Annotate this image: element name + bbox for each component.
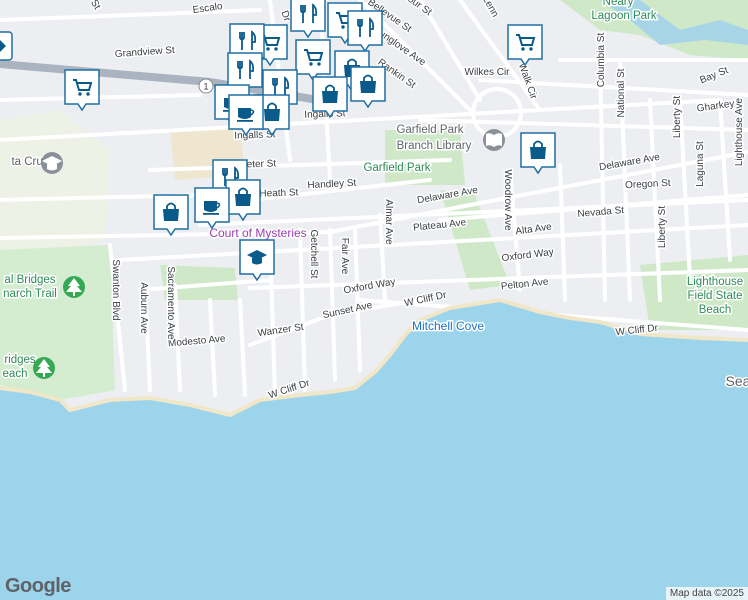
street-label: Columbia St <box>596 33 607 88</box>
cart-icon[interactable] <box>295 39 331 82</box>
google-logo: Google <box>5 575 71 597</box>
place-label: each <box>3 368 28 380</box>
highway-1-shield: 1 <box>198 78 214 94</box>
cup-icon[interactable] <box>228 94 264 137</box>
place-label: Beach <box>699 304 732 316</box>
place-label: ridges <box>4 354 36 366</box>
location-marker-left[interactable] <box>0 31 13 61</box>
cap-icon[interactable] <box>41 152 63 174</box>
street-label: Liberty St <box>657 206 668 248</box>
cap-icon[interactable] <box>239 239 275 282</box>
cart-icon[interactable] <box>507 24 543 67</box>
map-canvas[interactable]: 1 EscaloGrandview StIngalls StIngalls St… <box>0 0 748 600</box>
place-label: Garfield Park <box>363 162 430 174</box>
place-label: al Bridges <box>4 274 55 286</box>
bag-icon[interactable] <box>153 194 189 237</box>
street-label: Woodrow Ave <box>502 169 513 231</box>
street-label: Sacramento Ave <box>165 266 176 340</box>
street-label: Lighthouse Ave <box>734 97 745 166</box>
svg-text:1: 1 <box>203 82 208 92</box>
cup-icon[interactable] <box>194 187 230 230</box>
street-label: Liberty St <box>672 96 683 138</box>
place-label: Lagoon Park <box>591 10 656 22</box>
place-label: Field State <box>688 290 743 302</box>
place-label: Court of Mysteries <box>209 226 306 240</box>
place-label: Neary <box>603 0 634 8</box>
bag-icon[interactable] <box>312 76 348 119</box>
place-label: Branch Library <box>397 140 472 152</box>
tree-icon[interactable] <box>63 276 85 298</box>
street-label: Almar Ave <box>383 199 394 245</box>
bag-icon[interactable] <box>350 66 386 109</box>
street-label: National St <box>616 68 627 117</box>
book-icon[interactable] <box>483 129 505 151</box>
place-label: Mitchell Cove <box>412 319 484 333</box>
street-label: Laguna St <box>695 141 706 187</box>
place-label: Lighthouse <box>687 276 743 288</box>
bag-icon[interactable] <box>225 179 261 222</box>
street-label: Fair Ave <box>339 238 350 275</box>
street-label: Getchell St <box>308 230 319 279</box>
fork-icon[interactable] <box>347 10 383 53</box>
street-label: Swanton Blvd <box>110 259 121 320</box>
street-label: Auburn Ave <box>138 282 149 334</box>
street-label: Heath St <box>259 187 298 199</box>
place-label: Garfield Park <box>396 124 463 136</box>
place-label: narch Trail <box>3 288 57 300</box>
street-label: Wilkes Cir <box>465 67 511 78</box>
place-label: Sea <box>726 373 748 389</box>
tree-icon[interactable] <box>33 357 55 379</box>
map-attribution[interactable]: Map data ©2025 <box>665 587 748 600</box>
bag-icon[interactable] <box>520 132 556 175</box>
fork-icon[interactable] <box>290 0 326 39</box>
cart-icon[interactable] <box>64 69 100 112</box>
